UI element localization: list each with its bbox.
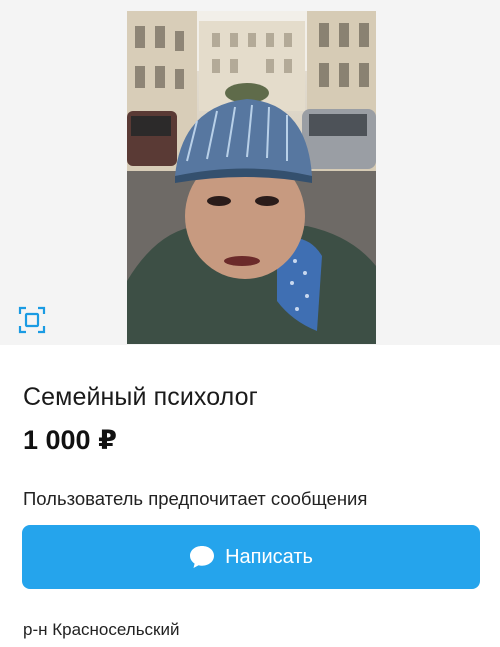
expand-icon[interactable] [18, 306, 46, 334]
listing-details: Семейный психолог 1 000 ₽ Пользователь п… [0, 345, 500, 647]
district-label: р-н Красносельский [23, 620, 180, 639]
contact-preference-text: Пользователь предпочитает сообщения [23, 488, 368, 509]
chat-bubble-icon [190, 546, 215, 568]
write-message-button[interactable]: Написать [22, 525, 480, 589]
listing-title: Семейный психолог [23, 383, 258, 411]
write-message-label: Написать [225, 545, 313, 568]
photo-gallery[interactable] [0, 0, 500, 345]
listing-price: 1 000 ₽ [23, 425, 117, 455]
listing-photo[interactable] [127, 11, 376, 344]
